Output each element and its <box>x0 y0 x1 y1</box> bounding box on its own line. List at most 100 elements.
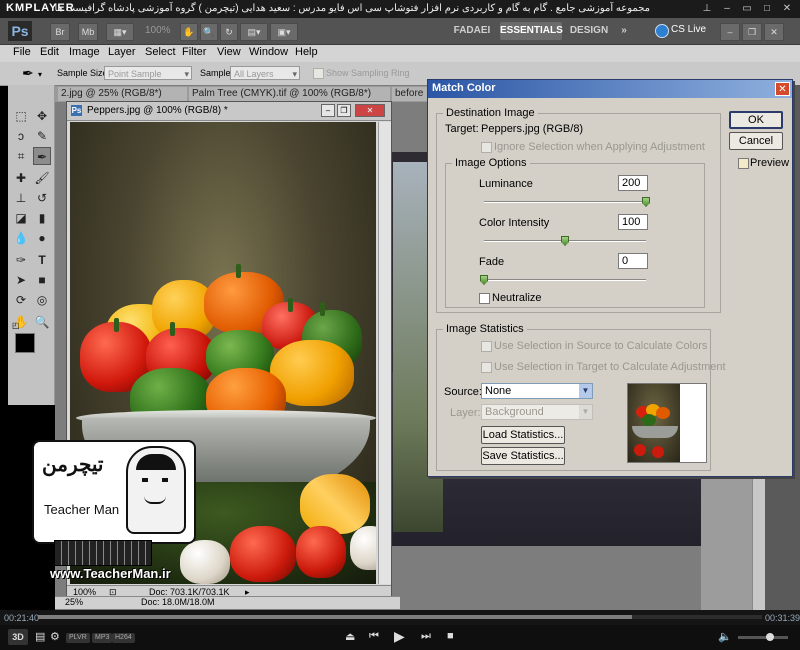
move-tool-icon[interactable]: ✥ <box>33 107 51 125</box>
maximize-icon[interactable]: □ <box>760 2 774 15</box>
document-title-bar[interactable]: Ps Peppers.jpg @ 100% (RGB/8) * – ❐ ✕ <box>67 102 391 121</box>
screen-mode-icon[interactable]: ▣▾ <box>270 23 298 41</box>
menu-help[interactable]: Help <box>295 46 318 58</box>
close-icon[interactable]: ✕ <box>780 2 794 15</box>
pen-tool-icon[interactable]: ✑ <box>12 251 30 269</box>
color-intensity-input[interactable]: 100 <box>618 214 648 230</box>
volume-slider[interactable] <box>738 633 788 641</box>
tab-palm-tree[interactable]: Palm Tree (CMYK).tif @ 100% (RGB/8*) <box>189 87 390 101</box>
clone-stamp-icon[interactable]: ⊥ <box>12 189 30 207</box>
volume-slider-knob[interactable] <box>766 633 774 641</box>
3d-orbit-icon[interactable]: ◎ <box>33 291 51 309</box>
document-vertical-scrollbar[interactable] <box>378 122 391 584</box>
marquee-tool-icon[interactable]: ⬚ <box>12 107 30 125</box>
tab-2jpg[interactable]: 2.jpg @ 25% (RGB/8*) <box>58 87 187 101</box>
previous-icon[interactable]: ⏮ <box>369 630 379 643</box>
doc-close-icon[interactable]: ✕ <box>355 104 385 117</box>
next-icon[interactable]: ⏭ <box>421 630 431 643</box>
sample-layers-select[interactable]: All Layers ▾ <box>230 66 300 80</box>
menu-file[interactable]: File <box>13 46 31 58</box>
bridge-icon[interactable]: Br <box>50 23 70 41</box>
arrange-documents-icon[interactable]: ▤▾ <box>240 23 268 41</box>
workspace-design[interactable]: DESIGN <box>568 22 610 40</box>
seek-track[interactable] <box>38 615 762 619</box>
menu-image[interactable]: Image <box>69 46 100 58</box>
preset-dropdown-icon[interactable]: ▾ <box>38 70 42 79</box>
zoom-level[interactable]: 100% <box>145 25 171 36</box>
use-selection-target-checkbox[interactable] <box>481 362 492 373</box>
settings-icon[interactable]: ⚙ <box>50 630 60 643</box>
ok-button[interactable]: OK <box>729 111 783 129</box>
menu-view[interactable]: View <box>217 46 241 58</box>
zoom-tool-panel-icon[interactable]: 🔍 <box>33 313 51 331</box>
menu-edit[interactable]: Edit <box>40 46 59 58</box>
sample-size-select[interactable]: Point Sample ▾ <box>104 66 192 80</box>
source-select[interactable]: None ▼ <box>481 383 593 399</box>
ignore-selection-checkbox[interactable] <box>481 142 492 153</box>
workspace-fadaei[interactable]: FADAEI <box>452 22 492 40</box>
dialog-title-bar[interactable]: Match Color ✕ <box>428 80 792 98</box>
mini-bridge-icon[interactable]: Mb <box>78 23 98 41</box>
3d-rotate-icon[interactable]: ⟳ <box>12 291 30 309</box>
playlist-icon[interactable]: ▤ <box>35 630 45 643</box>
preview-checkbox[interactable] <box>738 158 749 169</box>
save-statistics-button[interactable]: Save Statistics... <box>481 447 565 465</box>
quick-selection-icon[interactable]: ✎ <box>33 127 51 145</box>
color-intensity-slider-thumb[interactable] <box>561 236 569 246</box>
rectangle-tool-icon[interactable]: ■ <box>33 271 51 289</box>
brush-tool-icon[interactable]: 🖌 <box>33 169 51 187</box>
minimize-icon[interactable]: – <box>720 2 734 15</box>
eject-icon[interactable]: ⏏ <box>345 630 355 643</box>
play-icon[interactable]: ▶ <box>394 628 405 645</box>
rotate-view-icon[interactable]: ↻ <box>220 23 238 41</box>
cs-live-menu[interactable]: CS Live <box>671 24 706 35</box>
healing-brush-icon[interactable]: ✚ <box>12 169 30 187</box>
eyedropper-preset-icon[interactable]: ✒ <box>22 65 34 82</box>
close-ps-icon[interactable]: ✕ <box>764 23 784 41</box>
crop-tool-icon[interactable]: ⌗ <box>12 147 30 165</box>
view-extras-icon[interactable]: ▦▾ <box>106 23 134 41</box>
luminance-slider-thumb[interactable] <box>642 197 650 207</box>
eyedropper-tool-icon[interactable]: ✒ <box>33 147 51 165</box>
minimize-ps-icon[interactable]: – <box>720 23 740 41</box>
3d-mode-button[interactable]: 3D <box>8 629 28 645</box>
menu-select[interactable]: Select <box>145 46 176 58</box>
show-ring-checkbox[interactable] <box>313 68 324 79</box>
foreground-color-swatch[interactable] <box>15 333 35 353</box>
menu-window[interactable]: Window <box>249 46 288 58</box>
default-colors-icon[interactable]: ◰ <box>12 321 20 330</box>
type-tool-icon[interactable]: T <box>33 251 51 269</box>
load-statistics-button[interactable]: Load Statistics... <box>481 426 565 444</box>
pin-icon[interactable]: ⊥ <box>700 2 714 15</box>
use-selection-source-checkbox[interactable] <box>481 341 492 352</box>
layer-select[interactable]: Background ▼ <box>481 404 593 420</box>
path-selection-icon[interactable]: ➤ <box>12 271 30 289</box>
blur-tool-icon[interactable]: 💧 <box>12 229 30 247</box>
more-workspaces-icon[interactable]: » <box>616 22 632 40</box>
doc-minimize-icon[interactable]: – <box>321 104 335 117</box>
fade-input[interactable]: 0 <box>618 253 648 269</box>
neutralize-checkbox[interactable] <box>479 293 490 304</box>
gradient-tool-icon[interactable]: ▮ <box>33 209 51 227</box>
second-document-zoom[interactable]: 25% <box>65 597 83 607</box>
doc-restore-icon[interactable]: ❐ <box>337 104 351 117</box>
eraser-tool-icon[interactable]: ◪ <box>12 209 30 227</box>
restore-ps-icon[interactable]: ❐ <box>742 23 762 41</box>
luminance-slider-track[interactable] <box>484 201 646 203</box>
stop-icon[interactable]: ■ <box>447 630 454 642</box>
workspace-essentials[interactable]: ESSENTIALS <box>500 22 563 40</box>
dialog-close-icon[interactable]: ✕ <box>775 82 790 96</box>
menu-filter[interactable]: Filter <box>182 46 206 58</box>
fade-slider-track[interactable] <box>484 279 646 281</box>
fade-slider-thumb[interactable] <box>480 275 488 285</box>
luminance-input[interactable]: 200 <box>618 175 648 191</box>
volume-icon[interactable]: 🔈 <box>718 630 732 643</box>
fullscreen-icon[interactable]: ▭ <box>740 2 754 15</box>
hand-tool-icon[interactable]: ✋ <box>180 23 198 41</box>
cancel-button[interactable]: Cancel <box>729 132 783 150</box>
dodge-tool-icon[interactable]: ● <box>33 229 51 247</box>
menu-layer[interactable]: Layer <box>108 46 136 58</box>
lasso-tool-icon[interactable]: ↄ <box>12 127 30 145</box>
zoom-tool-icon[interactable]: 🔍 <box>200 23 218 41</box>
history-brush-icon[interactable]: ↺ <box>33 189 51 207</box>
